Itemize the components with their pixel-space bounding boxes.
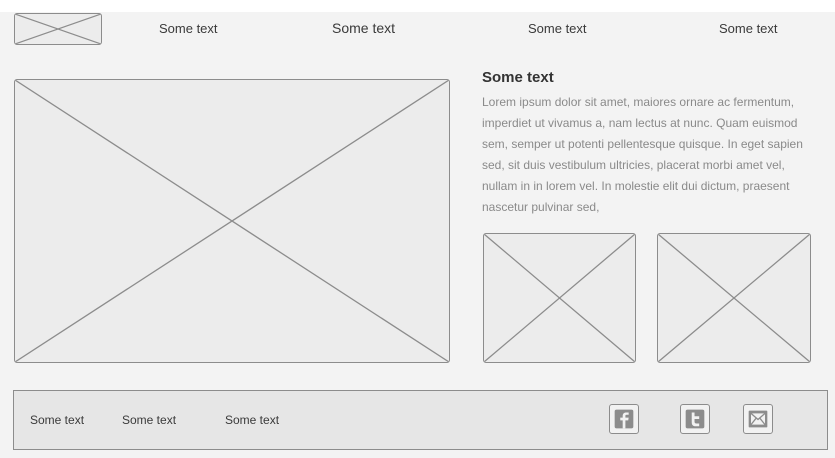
thumbnail-placeholder-2 xyxy=(657,233,811,363)
facebook-icon xyxy=(614,409,634,429)
body-paragraph: Lorem ipsum dolor sit amet, maiores orna… xyxy=(482,95,803,214)
hero-image-placeholder xyxy=(14,79,450,363)
section-heading: Some text xyxy=(482,69,554,86)
page: Some text Some text Some text Some text … xyxy=(0,12,835,458)
footer-link-1[interactable]: Some text xyxy=(30,413,84,427)
nav-link-2[interactable]: Some text xyxy=(332,20,395,36)
image-placeholder-icon xyxy=(15,80,449,362)
email-button[interactable] xyxy=(743,404,773,434)
facebook-button[interactable] xyxy=(609,404,639,434)
twitter-icon xyxy=(685,409,705,429)
image-placeholder-icon xyxy=(484,234,635,362)
nav-link-1[interactable]: Some text xyxy=(159,21,218,36)
image-placeholder-icon xyxy=(15,14,101,44)
twitter-button[interactable] xyxy=(680,404,710,434)
nav-link-3[interactable]: Some text xyxy=(528,21,587,36)
nav-link-4[interactable]: Some text xyxy=(719,21,778,36)
email-icon xyxy=(748,410,768,428)
footer: Some text Some text Some text xyxy=(13,390,828,450)
footer-link-2[interactable]: Some text xyxy=(122,413,176,427)
footer-link-3[interactable]: Some text xyxy=(225,413,279,427)
image-placeholder-icon xyxy=(658,234,810,362)
thumbnail-placeholder-1 xyxy=(483,233,636,363)
logo-placeholder[interactable] xyxy=(14,13,102,45)
